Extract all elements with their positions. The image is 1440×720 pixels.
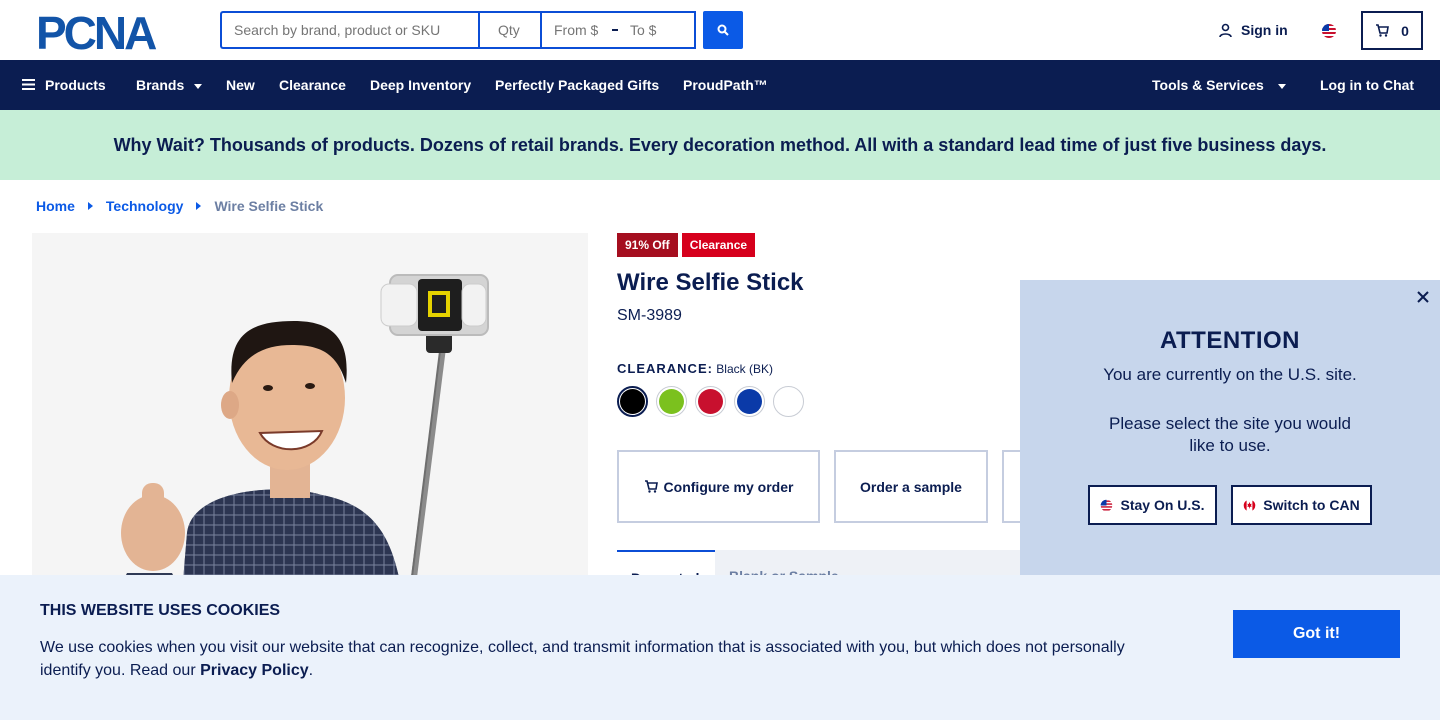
search-icon (717, 24, 729, 36)
hamburger-icon (22, 78, 35, 90)
swatch-white[interactable] (773, 386, 804, 417)
color-value: Black (BK) (716, 362, 773, 376)
configure-order-label: Configure my order (663, 478, 794, 495)
us-flag-icon (1101, 499, 1113, 511)
breadcrumb-home[interactable]: Home (36, 198, 75, 214)
logo-text: PCNA (36, 11, 156, 51)
swatch-fill (776, 389, 801, 414)
swatch-red[interactable] (695, 386, 726, 417)
sign-in-link[interactable]: Sign in (1218, 22, 1288, 38)
accept-cookies-button[interactable]: Got it! (1233, 610, 1400, 658)
qty-input[interactable] (478, 11, 540, 49)
cart-icon (644, 480, 658, 493)
swatch-black[interactable] (617, 386, 648, 417)
cookie-banner: THIS WEBSITE USES COOKIES We use cookies… (0, 575, 1440, 720)
chevron-right-icon (196, 202, 202, 210)
site-selection-modal: ATTENTION You are currently on the U.S. … (1020, 280, 1440, 575)
canada-flag-icon (1243, 499, 1256, 511)
nav-tools-services[interactable]: Tools & Services (1152, 60, 1286, 110)
modal-instruction: Please select the site you would like to… (1109, 414, 1351, 455)
switch-can-label: Switch to CAN (1263, 497, 1360, 513)
order-sample-button[interactable]: Order a sample (834, 450, 988, 523)
modal-current-site: You are currently on the U.S. site. (1103, 365, 1357, 384)
nav-chat-login[interactable]: Log in to Chat (1320, 60, 1414, 110)
sign-in-label: Sign in (1241, 22, 1288, 38)
product-title: Wire Selfie Stick (617, 269, 804, 296)
user-icon (1219, 23, 1232, 37)
nav-proudpath[interactable]: ProudPath™ (683, 60, 768, 110)
nav-brands[interactable]: Brands (136, 60, 203, 110)
nav-tools-label: Tools & Services (1152, 77, 1264, 93)
chevron-right-icon (87, 202, 93, 210)
cookie-text: We use cookies when you visit our websit… (40, 636, 1150, 682)
breadcrumb-current: Wire Selfie Stick (214, 198, 324, 214)
swatch-fill (737, 389, 762, 414)
swatch-fill (698, 389, 723, 414)
top-header: PCNA Sign in (0, 0, 1440, 60)
product-image[interactable] (32, 233, 588, 593)
us-flag-icon[interactable] (1320, 22, 1338, 40)
order-sample-label: Order a sample (860, 478, 962, 495)
pcna-logo[interactable]: PCNA (36, 11, 184, 51)
product-badges: 91% Off Clearance (617, 233, 756, 257)
stay-us-label: Stay On U.S. (1120, 497, 1205, 513)
nav-clearance[interactable]: Clearance (279, 60, 346, 110)
configure-order-button[interactable]: Configure my order (617, 450, 820, 523)
color-label: CLEARANCE: (617, 361, 713, 376)
nav-new[interactable]: New (226, 60, 255, 110)
chevron-down-icon (1277, 83, 1286, 89)
clearance-badge: Clearance (681, 233, 756, 257)
cart-icon (1376, 24, 1390, 37)
stay-us-button[interactable]: Stay On U.S. (1088, 485, 1217, 525)
privacy-policy-link[interactable]: Privacy Policy (200, 662, 309, 679)
cart-button[interactable]: 0 (1361, 11, 1423, 50)
product-sku: SM-3989 (617, 307, 682, 324)
main-nav: Products Brands New Clearance Deep Inven… (0, 60, 1440, 110)
breadcrumb-technology[interactable]: Technology (106, 198, 184, 214)
cart-count: 0 (1401, 22, 1409, 39)
nav-gifts[interactable]: Perfectly Packaged Gifts (495, 60, 659, 110)
modal-title: ATTENTION (1159, 327, 1301, 354)
search-bar (220, 11, 696, 49)
nav-brands-label: Brands (136, 77, 185, 93)
swatch-fill (620, 389, 645, 414)
promo-banner: Why Wait? Thousands of products. Dozens … (0, 110, 1440, 180)
chevron-down-icon (194, 83, 203, 89)
search-input[interactable] (220, 11, 478, 49)
breadcrumb: Home Technology Wire Selfie Stick (36, 198, 323, 214)
swatch-fill (659, 389, 684, 414)
cookie-title: THIS WEBSITE USES COOKIES (40, 602, 281, 619)
price-from-input[interactable] (554, 22, 606, 38)
price-dash (612, 29, 618, 31)
color-swatches (617, 386, 804, 417)
close-icon[interactable] (1416, 290, 1430, 304)
swatch-blue[interactable] (734, 386, 765, 417)
nav-products-label: Products (45, 77, 106, 93)
discount-badge: 91% Off (617, 233, 678, 257)
color-selection-label: CLEARANCE: Black (BK) (617, 361, 773, 376)
cookie-period: . (308, 662, 314, 679)
search-button[interactable] (703, 11, 743, 49)
switch-can-button[interactable]: Switch to CAN (1231, 485, 1372, 525)
price-range (540, 11, 696, 49)
product-photo (117, 274, 489, 593)
price-to-input[interactable] (630, 22, 682, 38)
nav-products[interactable]: Products (22, 60, 106, 110)
nav-deep-inventory[interactable]: Deep Inventory (370, 60, 471, 110)
swatch-green[interactable] (656, 386, 687, 417)
